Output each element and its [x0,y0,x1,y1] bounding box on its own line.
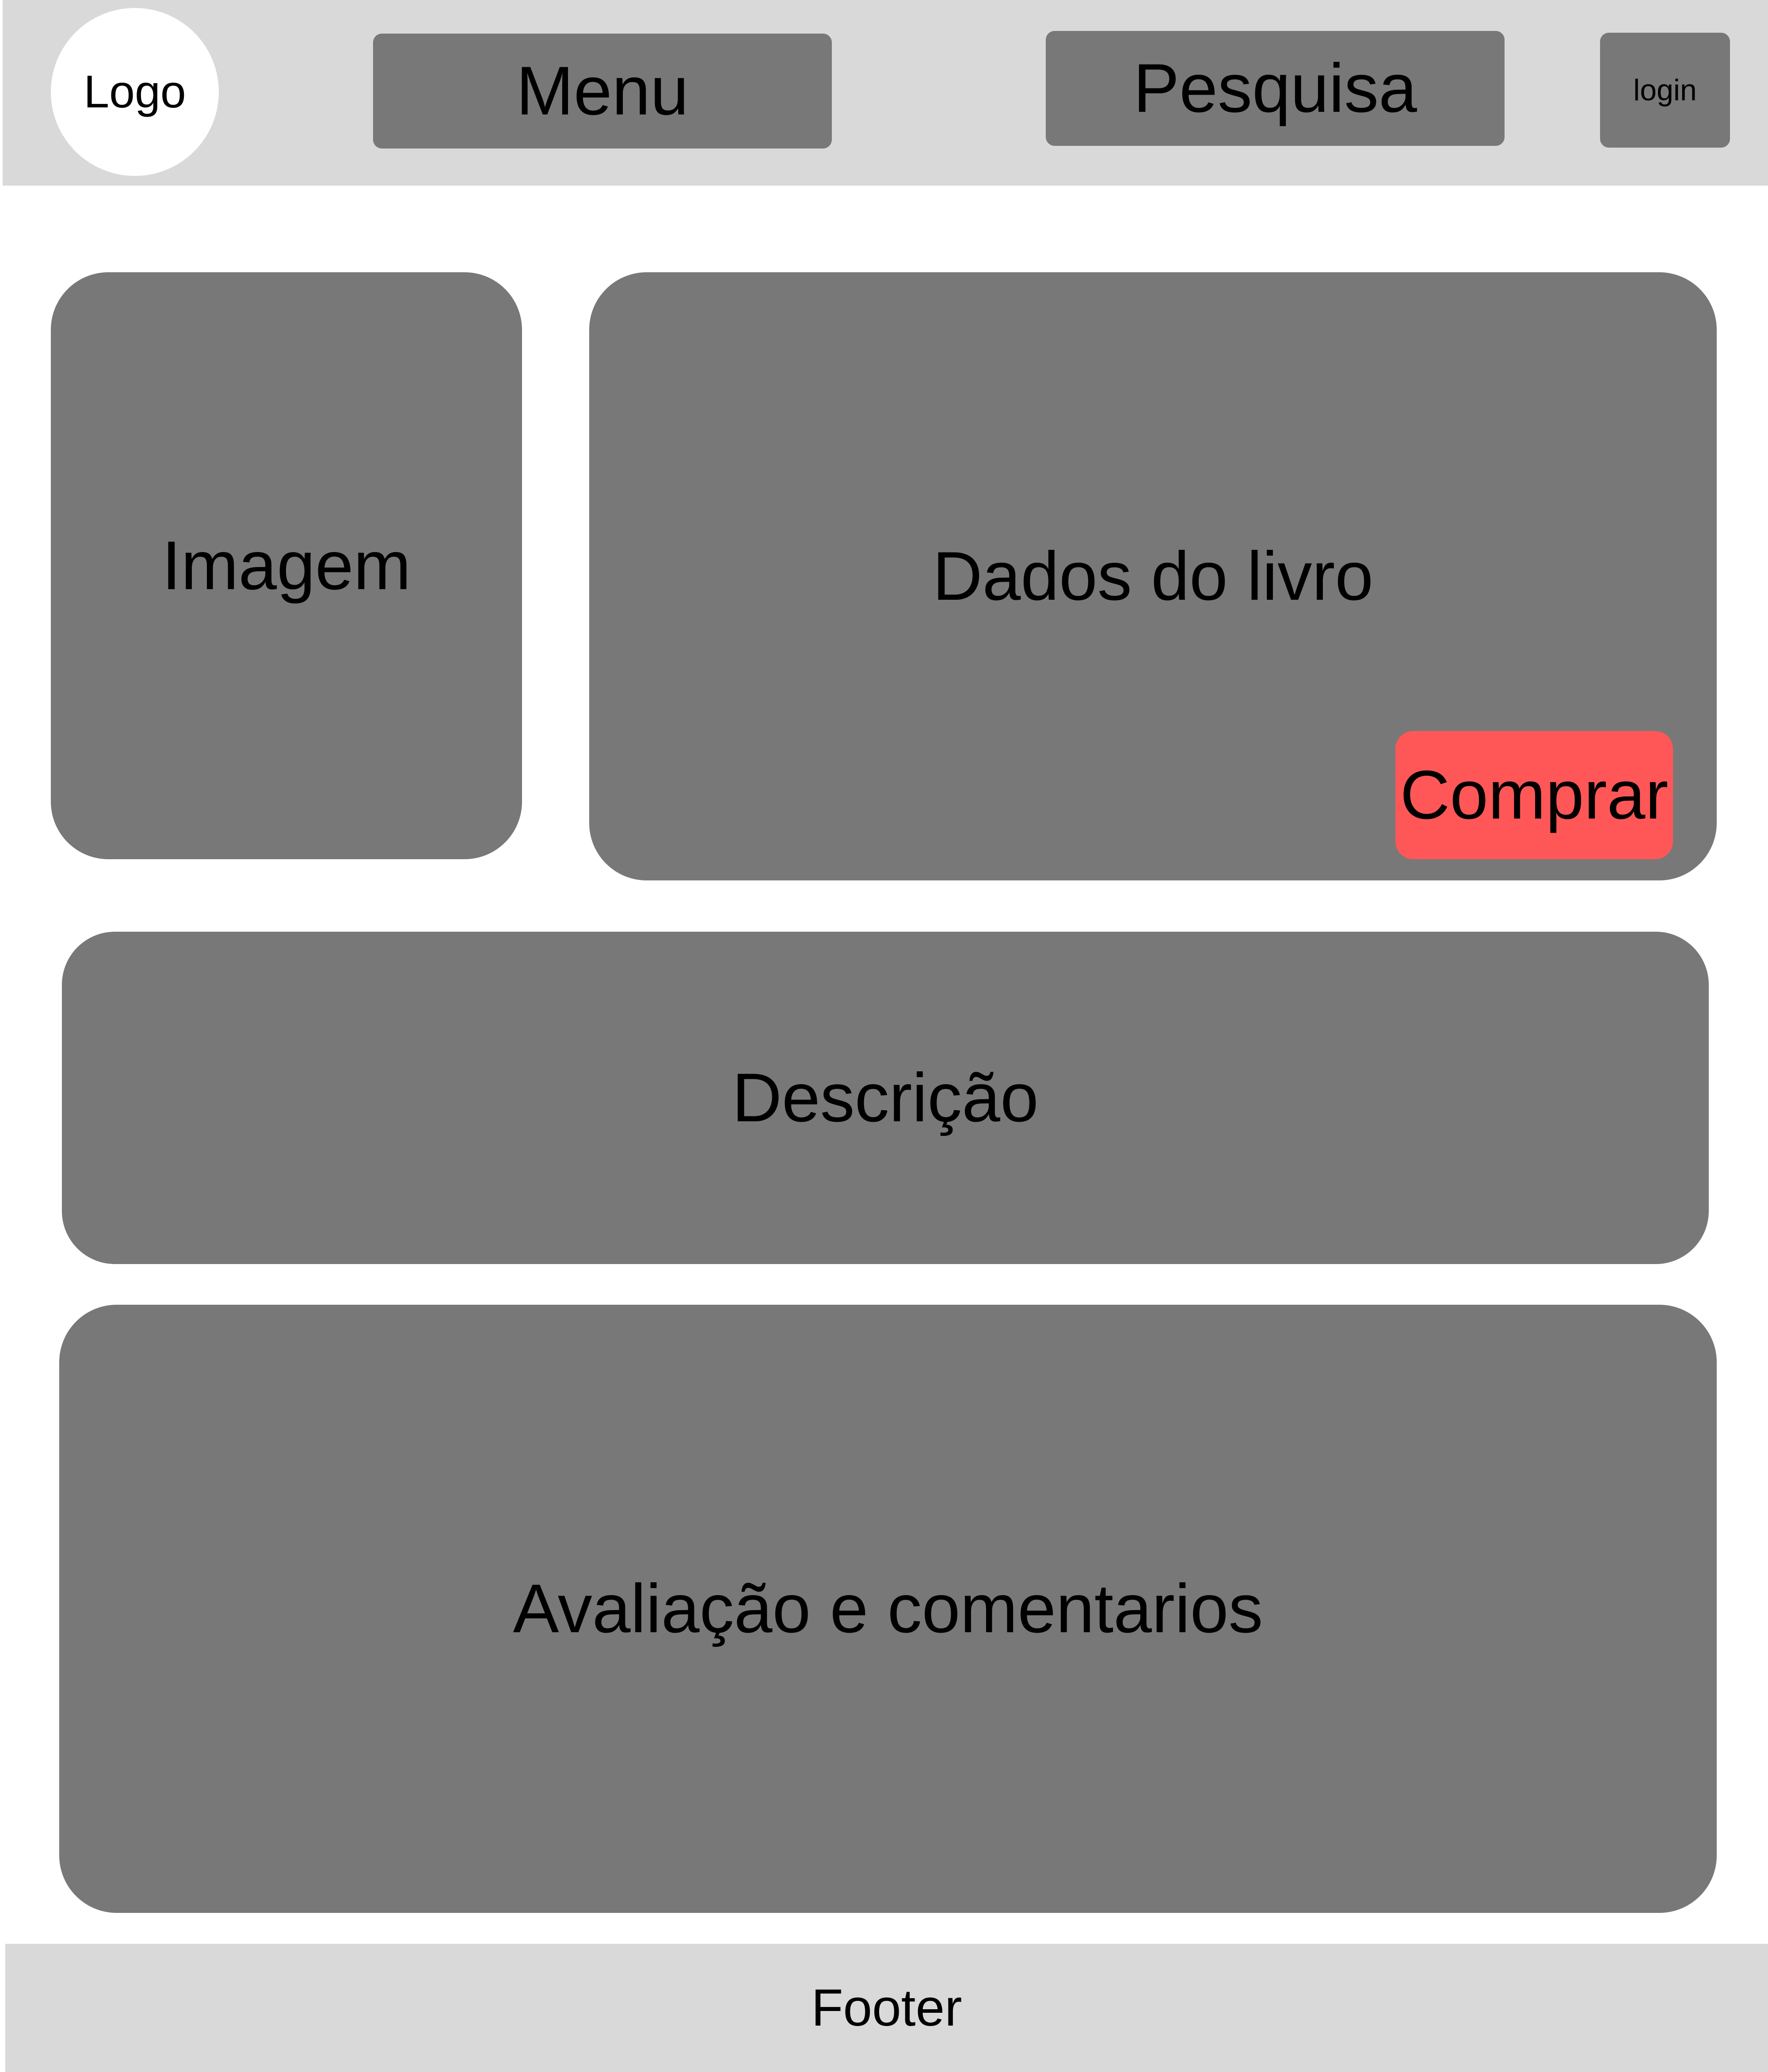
login-button[interactable]: login [1600,33,1730,148]
menu-label: Menu [516,53,689,130]
reviews-label: Avaliação e comentarios [513,1570,1263,1647]
wireframe-canvas: Logo Menu Pesquisa login Imagem Dados do… [0,0,1768,2072]
search-label: Pesquisa [1133,50,1417,127]
search-button[interactable]: Pesquisa [1046,31,1505,146]
description-panel: Descrição [62,932,1709,1264]
logo[interactable]: Logo [51,8,219,176]
buy-label: Comprar [1400,757,1669,834]
footer-label: Footer [811,1979,962,2037]
book-data-label: Dados do livro [932,538,1374,615]
footer-bar: Footer [5,1944,1768,2072]
description-label: Descrição [732,1059,1039,1136]
login-label: login [1633,73,1697,107]
buy-button[interactable]: Comprar [1395,731,1673,859]
logo-label: Logo [84,66,186,118]
reviews-panel: Avaliação e comentarios [59,1305,1717,1913]
image-label: Imagem [162,527,411,604]
book-image-panel: Imagem [51,272,522,859]
menu-button[interactable]: Menu [373,34,832,149]
